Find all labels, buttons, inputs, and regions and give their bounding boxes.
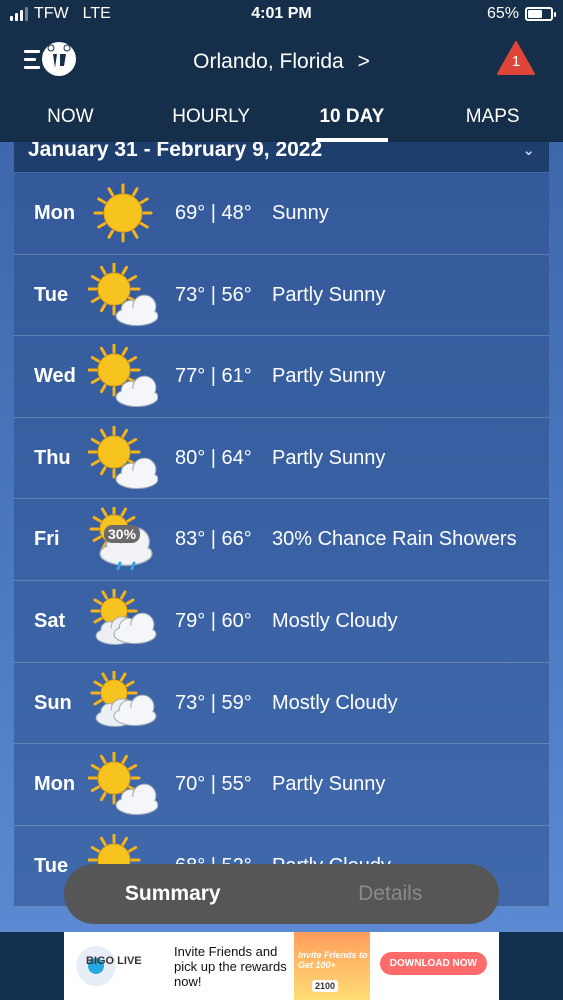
location-selector[interactable]: Orlando, Florida >: [0, 50, 563, 74]
forecast-temps: 79° | 60°: [175, 609, 252, 632]
partly-sunny-icon: [87, 343, 159, 408]
sunny-icon: [88, 181, 158, 245]
forecast-condition: 30% Chance Rain Showers: [272, 528, 517, 551]
forecast-condition: Sunny: [272, 202, 329, 224]
ad-download-button[interactable]: DOWNLOAD NOW: [379, 952, 487, 975]
ad-promo-text: Invite Friends to Get 100+: [298, 950, 368, 970]
mostly-cloudy-icon: [88, 669, 158, 735]
forecast-temps: 73° | 56°: [175, 283, 252, 306]
forecast-temps: 73° | 59°: [175, 691, 252, 714]
date-range-header[interactable]: January 31 - February 9, 2022 ⌄: [14, 142, 549, 172]
forecast-row[interactable]: Mon 70° | 55° Partly Sunny: [14, 744, 549, 826]
forecast-day: Mon: [34, 773, 76, 796]
mostly-cloudy-icon: [88, 587, 158, 653]
view-toggle: Summary Details: [64, 864, 499, 924]
location-label: Orlando, Florida: [193, 50, 344, 73]
partly-sunny-icon: [87, 751, 159, 816]
forecast-temps: 77° | 61°: [175, 365, 252, 388]
forecast-day: Sun: [34, 691, 72, 714]
status-right: 65%: [486, 5, 556, 23]
forecast-condition: Partly Sunny: [272, 283, 386, 306]
tab-now[interactable]: NOW: [0, 94, 141, 142]
alerts-button[interactable]: 1: [497, 40, 535, 76]
ad-promo-image: Invite Friends to Get 100+ 2100: [294, 932, 370, 1000]
app-header: Orlando, Florida > 1: [0, 30, 563, 94]
forecast-temps: 80° | 64°: [175, 446, 252, 469]
forecast-temps: 83° | 66°: [175, 528, 252, 551]
ad-content[interactable]: BIGO LIVE Invite Friends and pick up the…: [64, 932, 499, 1000]
precip-badge: 30%: [104, 525, 141, 544]
details-button[interactable]: Details: [282, 882, 500, 906]
forecast-temps: 69° | 48°: [175, 202, 252, 224]
forecast-row[interactable]: Wed 77° | 61° Partly Sunny: [14, 336, 549, 418]
chevron-right-icon: >: [357, 50, 370, 73]
tab-10-day[interactable]: 10 DAY: [282, 94, 423, 142]
battery-percent: 65%: [486, 5, 519, 22]
chevron-down-icon: ⌄: [522, 142, 535, 159]
ad-promo-amount: 2100: [312, 980, 339, 992]
forecast-day: Thu: [34, 446, 71, 469]
status-bar: TFW LTE 4:01 PM 65%: [0, 0, 563, 30]
forecast-condition: Mostly Cloudy: [272, 609, 398, 632]
forecast-day: Tue: [34, 854, 69, 877]
forecast-row[interactable]: Tue 73° | 56° Partly Sunny: [14, 254, 549, 337]
ad-banner[interactable]: BIGO LIVE Invite Friends and pick up the…: [0, 932, 563, 1000]
forecast-content[interactable]: January 31 - February 9, 2022 ⌄ Mon 69° …: [0, 142, 563, 932]
forecast-row[interactable]: Sun 73° | 59° Mostly Cloudy: [14, 662, 549, 745]
tab-maps[interactable]: MAPS: [422, 94, 563, 142]
forecast-day: Tue: [34, 283, 69, 306]
forecast-condition: Partly Sunny: [272, 365, 386, 388]
summary-button[interactable]: Summary: [64, 882, 282, 906]
forecast-temps: 70° | 55°: [175, 773, 252, 796]
forecast-condition: Mostly Cloudy: [272, 691, 398, 714]
forecast-day: Sat: [34, 609, 66, 632]
forecast-day: Mon: [34, 202, 76, 224]
date-range-label: January 31 - February 9, 2022: [28, 142, 323, 161]
forecast-row[interactable]: Fri 30% 83° | 66° 30% Chance Rain Shower…: [14, 499, 549, 581]
battery-icon: [525, 7, 556, 21]
forecast-day: Wed: [34, 365, 76, 388]
alert-count: 1: [511, 53, 521, 70]
partly-sunny-icon: [87, 262, 159, 327]
ad-text: Invite Friends and pick up the rewards n…: [174, 944, 287, 989]
forecast-condition: Partly Sunny: [272, 446, 386, 469]
forecast-condition: Partly Sunny: [272, 773, 386, 796]
ad-brand: BIGO LIVE: [86, 955, 142, 967]
forecast-list: Mon 69° | 48° Sunny Tue 73° | 56° Partly…: [14, 173, 549, 908]
forecast-row[interactable]: Thu 80° | 64° Partly Sunny: [14, 417, 549, 500]
forecast-day: Fri: [34, 528, 60, 551]
partly-sunny-icon: [87, 425, 159, 490]
tab-hourly[interactable]: HOURLY: [141, 94, 282, 142]
rain-showers-icon: 30%: [88, 504, 158, 571]
status-time: 4:01 PM: [251, 5, 312, 22]
tab-bar: NOW HOURLY 10 DAY MAPS: [0, 94, 563, 142]
forecast-row[interactable]: Mon 69° | 48° Sunny: [14, 173, 549, 255]
forecast-row[interactable]: Sat 79° | 60° Mostly Cloudy: [14, 580, 549, 663]
